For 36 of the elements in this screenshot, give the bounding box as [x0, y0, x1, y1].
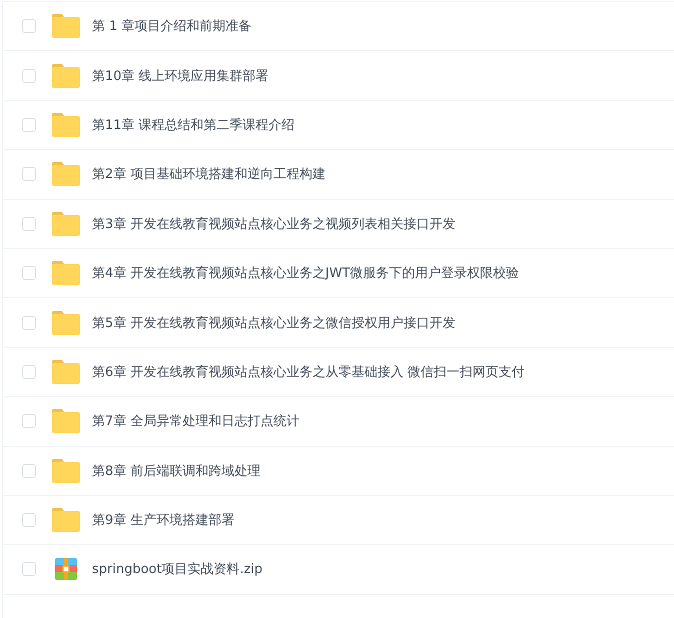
folder-icon [52, 508, 80, 532]
folder-icon [52, 212, 80, 236]
file-name[interactable]: 第7章 全局异常处理和日志打点统计 [92, 412, 300, 430]
checkbox[interactable] [22, 316, 36, 330]
checkbox[interactable] [22, 68, 36, 83]
checkbox[interactable] [22, 167, 36, 182]
folder-icon [52, 162, 80, 186]
folder-icon [52, 64, 80, 88]
folder-icon [52, 310, 80, 335]
file-name[interactable]: 第9章 生产环境搭建部署 [92, 511, 234, 530]
checkbox[interactable] [22, 414, 36, 428]
folder-icon [52, 409, 80, 434]
folder-icon [52, 14, 80, 38]
file-name[interactable]: 第8章 前后端联调和跨域处理 [92, 462, 260, 480]
file-name[interactable]: 第2章 项目基础环境搭建和逆向工程构建 [92, 165, 326, 184]
folder-icon [52, 360, 80, 384]
file-name[interactable]: 第3章 开发在线教育视频站点核心业务之视频列表相关接口开发 [92, 214, 456, 233]
folder-icon [52, 112, 80, 137]
file-name[interactable]: 第10章 线上环境应用集群部署 [92, 66, 269, 85]
checkbox[interactable] [22, 216, 36, 231]
file-name[interactable]: 第5章 开发在线教育视频站点核心业务之微信授权用户接口开发 [92, 314, 456, 332]
folder-icon [52, 261, 80, 286]
checkbox[interactable] [22, 266, 36, 280]
checkbox[interactable] [22, 464, 36, 478]
checkbox[interactable] [22, 19, 36, 34]
checkbox[interactable] [22, 513, 36, 528]
file-name[interactable]: 第11章 课程总结和第二季课程介绍 [92, 116, 295, 134]
checkbox[interactable] [22, 364, 36, 379]
file-name[interactable]: springboot项目实战资料.zip [92, 560, 263, 578]
folder-icon [52, 458, 80, 483]
file-name[interactable]: 第6章 开发在线教育视频站点核心业务之从零基础接入 微信扫一扫网页支付 [92, 362, 525, 381]
checkbox[interactable] [22, 118, 36, 132]
file-name[interactable]: 第 1 章项目介绍和前期准备 [92, 17, 252, 36]
file-name[interactable]: 第4章 开发在线教育视频站点核心业务之JWT微服务下的用户登录权限校验 [92, 264, 520, 282]
checkbox[interactable] [22, 562, 36, 576]
archive-icon [55, 558, 77, 580]
